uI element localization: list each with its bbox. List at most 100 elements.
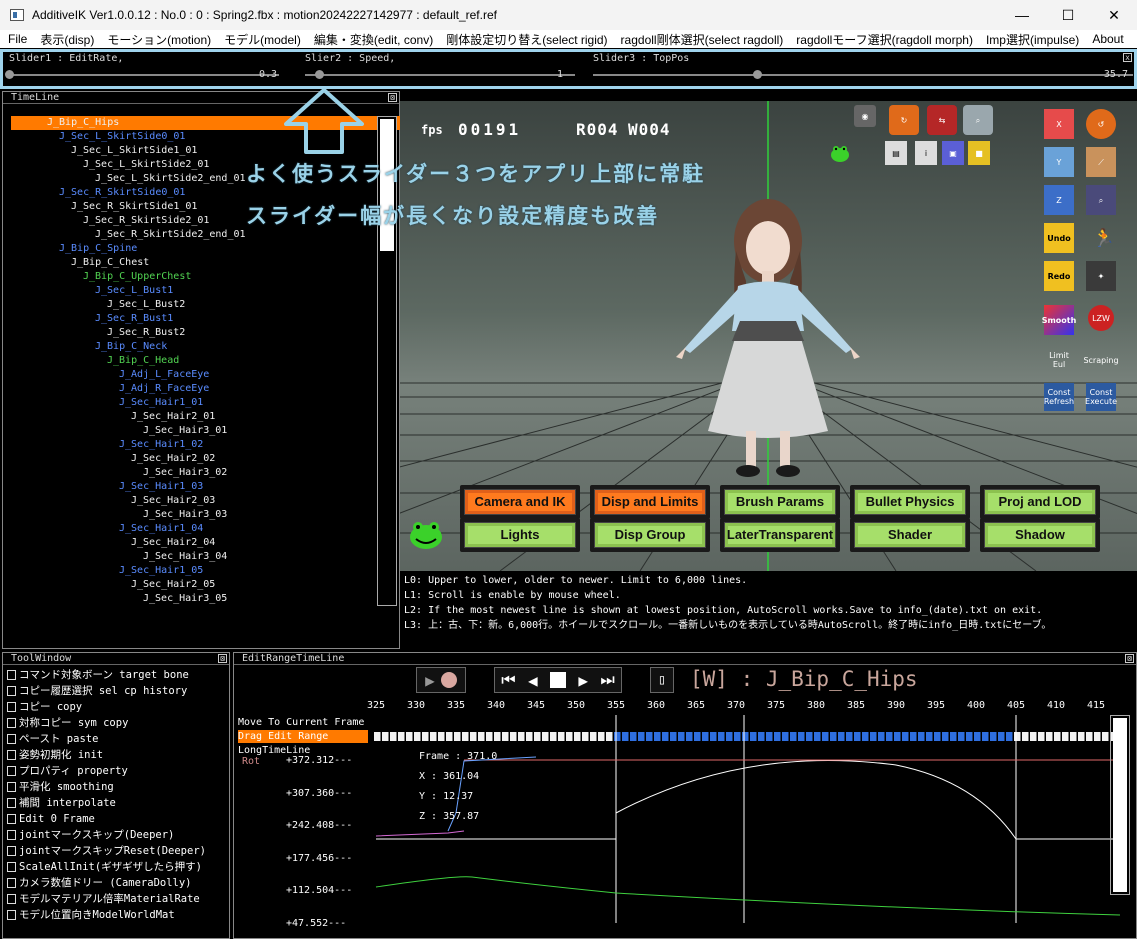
clipboard-icon[interactable]: ▤ (885, 141, 907, 165)
bone-node[interactable]: J_Sec_Hair2_03 (11, 494, 401, 508)
bone-node[interactable]: J_Bip_C_UpperChest (11, 270, 401, 284)
tool-item[interactable]: プロパティ property (7, 763, 128, 779)
menu-motion[interactable]: モーション(motion) (107, 31, 211, 48)
checkbox[interactable] (7, 750, 16, 760)
tool-item[interactable]: jointマークスキップ(Deeper) (7, 827, 174, 843)
bone-node[interactable]: J_Bip_C_Spine (11, 242, 401, 256)
tool-item[interactable]: jointマークスキップReset(Deeper) (7, 843, 206, 859)
tool-item[interactable]: カメラ数値ドリー (CameraDolly) (7, 875, 192, 891)
minimize-button[interactable]: — (999, 0, 1045, 30)
bone-node[interactable]: J_Sec_R_SkirtSide0_01 (11, 186, 401, 200)
bone-node[interactable]: J_Sec_R_Bust2 (11, 326, 401, 340)
bone-node[interactable]: J_Sec_Hair2_02 (11, 452, 401, 466)
close-icon[interactable]: x (1123, 53, 1132, 62)
bone-node[interactable]: J_Sec_Hair3_01 (11, 424, 401, 438)
tool-item[interactable]: コピー履歴選択 sel cp history (7, 683, 187, 699)
close-button[interactable]: ✕ (1091, 0, 1137, 30)
bone-node[interactable]: J_Sec_Hair1_02 (11, 438, 401, 452)
checkbox[interactable] (7, 846, 16, 856)
tool-item[interactable]: ScaleAllInit(ギザギザしたら押す) (7, 859, 202, 875)
panel-button-disp-and-limits[interactable]: Disp and Limits (594, 489, 706, 515)
checkbox[interactable] (7, 670, 16, 680)
z-axis-icon[interactable]: Z (1044, 185, 1074, 215)
panel-button-proj-and-lod[interactable]: Proj and LOD (984, 489, 1096, 515)
panel-button-lights[interactable]: Lights (464, 522, 576, 548)
frog-icon[interactable] (410, 522, 442, 549)
checkbox[interactable] (7, 734, 16, 744)
checkbox[interactable] (7, 686, 16, 696)
panel-button-shader[interactable]: Shader (854, 522, 966, 548)
tool-item[interactable]: 対称コピー sym copy (7, 715, 128, 731)
rotate-ring-icon[interactable]: ↺ (1086, 109, 1116, 139)
rotate-icon[interactable]: ↻ (889, 105, 919, 135)
checkbox[interactable] (7, 718, 16, 728)
checkbox[interactable] (7, 782, 16, 792)
menu-ragdoll-morph[interactable]: ragdollモーフ選択(ragdoll morph) (796, 31, 973, 48)
bone-node[interactable]: J_Sec_Hair2_05 (11, 578, 401, 592)
bone-node[interactable]: J_Sec_Hair3_04 (11, 550, 401, 564)
tool-item[interactable]: モデルマテリアル倍率MaterialRate (7, 891, 200, 907)
const-refresh-button[interactable]: Const Refresh (1044, 383, 1074, 411)
move-icon[interactable]: ⇆ (927, 105, 957, 135)
tool-item[interactable]: ペースト paste (7, 731, 98, 747)
checkbox[interactable] (7, 798, 16, 808)
menu-impulse[interactable]: Imp選択(impulse) (986, 31, 1079, 48)
menu-select-ragdoll[interactable]: ragdoll剛体選択(select ragdoll) (621, 31, 784, 48)
tool-item[interactable]: Edit 0 Frame (7, 811, 95, 827)
bone-node[interactable]: J_Adj_R_FaceEye (11, 382, 401, 396)
bone-node[interactable]: J_Sec_Hair1_04 (11, 522, 401, 536)
tool-item[interactable]: コマンド対象ボーン target bone (7, 667, 189, 683)
bone-node[interactable]: J_Sec_L_Bust2 (11, 298, 401, 312)
curve-graph[interactable] (234, 653, 1137, 939)
checkbox[interactable] (7, 910, 16, 920)
copy-icon[interactable]: ▣ (942, 141, 964, 165)
bone-node[interactable]: J_Sec_Hair2_01 (11, 410, 401, 424)
close-icon[interactable]: ⊠ (218, 654, 227, 663)
camera-icon[interactable]: ◉ (854, 105, 876, 127)
x-axis-icon[interactable]: X (1044, 109, 1074, 139)
tool-item[interactable]: コピー copy (7, 699, 82, 715)
panel-button-disp-group[interactable]: Disp Group (594, 522, 706, 548)
tool-item[interactable]: モデル位置向きModelWorldMat (7, 907, 175, 923)
panel-button-bullet-physics[interactable]: Bullet Physics (854, 489, 966, 515)
tool-item[interactable]: 平滑化 smoothing (7, 779, 114, 795)
menu-file[interactable]: File (8, 32, 27, 46)
close-icon[interactable]: ⊠ (388, 93, 397, 102)
bone-node[interactable]: J_Sec_Hair1_03 (11, 480, 401, 494)
slider2-knob[interactable] (315, 70, 325, 79)
run-icon[interactable]: 🏃 (1089, 223, 1119, 253)
slider1-knob[interactable] (5, 70, 14, 79)
y-axis-icon[interactable]: Y (1044, 147, 1074, 177)
small-frog-icon[interactable] (831, 146, 849, 162)
info-icon[interactable]: i (915, 141, 937, 165)
bone-node[interactable]: J_Bip_C_Head (11, 354, 401, 368)
bone-node[interactable]: J_Sec_Hair1_01 (11, 396, 401, 410)
menu-about[interactable]: About (1092, 32, 1123, 46)
curve-scrollbar[interactable] (1110, 715, 1130, 895)
checkbox[interactable] (7, 702, 16, 712)
bone-node[interactable]: J_Bip_C_Chest (11, 256, 401, 270)
cube-icon[interactable]: ■ (968, 141, 990, 165)
bone-node[interactable]: J_Sec_L_Bust1 (11, 284, 401, 298)
timeline-scrollbar[interactable] (377, 116, 397, 606)
checkbox[interactable] (7, 878, 16, 888)
scraping-button[interactable]: Scraping (1083, 345, 1118, 375)
limit-euler-button[interactable]: Limit Eul (1044, 345, 1074, 375)
bone-node[interactable]: J_Sec_Hair3_02 (11, 466, 401, 480)
tool-item[interactable]: 補間 interpolate (7, 795, 116, 811)
checkbox[interactable] (7, 830, 16, 840)
checkbox[interactable] (7, 766, 16, 776)
tool-item[interactable]: 姿勢初期化 init (7, 747, 103, 763)
smooth-button[interactable]: Smooth (1042, 305, 1076, 335)
const-execute-button[interactable]: Const Execute (1085, 383, 1117, 411)
bone-node[interactable]: J_Bip_C_Neck (11, 340, 401, 354)
slider3-track[interactable] (593, 74, 1133, 76)
redo-button[interactable]: Redo (1044, 261, 1074, 291)
zoom-icon[interactable]: ⌕ (1086, 185, 1116, 215)
bone-node[interactable]: J_Sec_R_SkirtSide2_end_01 (11, 228, 401, 242)
lzw-icon[interactable]: LZW (1088, 305, 1114, 331)
panel-button-brush-params[interactable]: Brush Params (724, 489, 836, 515)
bone-node[interactable]: J_Sec_Hair1_05 (11, 564, 401, 578)
bone-node[interactable]: J_Sec_Hair3_03 (11, 508, 401, 522)
checkbox[interactable] (7, 862, 16, 872)
